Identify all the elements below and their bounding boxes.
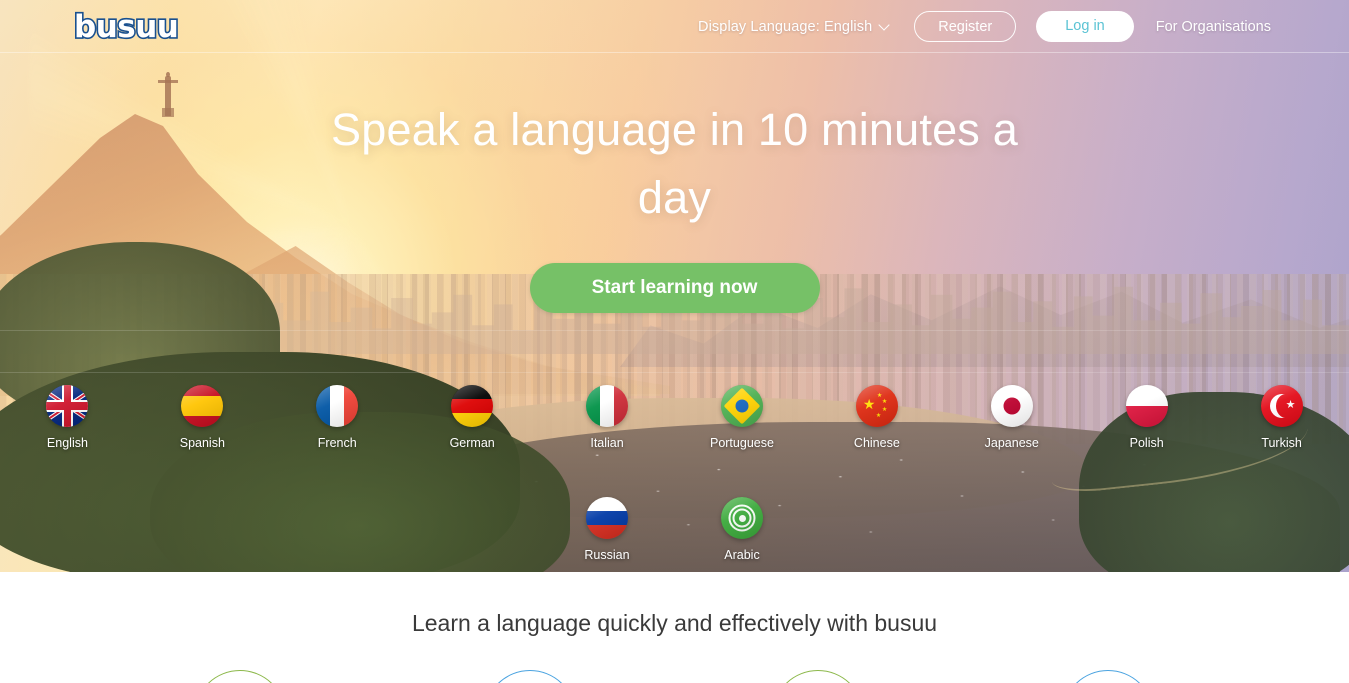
language-label: Japanese: [984, 436, 1039, 450]
language-label: Portuguese: [709, 436, 774, 450]
hero-headline: Speak a language in 10 minutes a day: [331, 104, 1018, 223]
language-option-turkish[interactable]: ★ Turkish: [1214, 385, 1349, 450]
flag-turkish-icon: ★: [1260, 385, 1303, 427]
feature-circle-1[interactable]: [194, 670, 286, 683]
language-option-french[interactable]: French: [270, 385, 405, 450]
language-selector-grid: English Spanish French German Italian Po…: [0, 385, 1349, 562]
language-option-spanish[interactable]: Spanish: [135, 385, 270, 450]
login-button[interactable]: Log in: [1036, 11, 1134, 42]
language-label: German: [449, 436, 495, 450]
flag-japanese-icon: [990, 385, 1033, 427]
language-label: Spanish: [179, 436, 225, 450]
display-language-selector[interactable]: Display Language: English: [698, 19, 890, 35]
feature-circle-2[interactable]: [484, 670, 576, 683]
site-header: busuu Display Language: English Register…: [0, 0, 1349, 53]
flag-english-icon: [46, 385, 89, 427]
language-option-japanese[interactable]: Japanese: [944, 385, 1079, 450]
landing-page: busuu Display Language: English Register…: [0, 0, 1349, 683]
hero-band-line-bottom: [0, 372, 1349, 373]
flag-polish-icon: [1125, 385, 1168, 427]
flag-portuguese-icon: [720, 385, 763, 427]
flag-chinese-icon: ★ ★ ★ ★ ★: [855, 385, 898, 427]
language-label: Russian: [584, 548, 630, 562]
busuu-logo[interactable]: busuu: [72, 7, 180, 46]
display-language-label: Display Language: English: [698, 18, 873, 35]
language-label: French: [317, 436, 357, 450]
language-label: English: [46, 436, 88, 450]
register-button[interactable]: Register: [914, 11, 1017, 42]
star-glyph: ★: [875, 413, 882, 419]
hero-band-line-top: [0, 330, 1349, 331]
language-option-chinese[interactable]: ★ ★ ★ ★ ★ Chinese: [809, 385, 944, 450]
feature-circle-3[interactable]: [772, 670, 864, 683]
language-label: Turkish: [1261, 436, 1302, 450]
features-section: Learn a language quickly and effectively…: [0, 572, 1349, 683]
language-option-german[interactable]: German: [405, 385, 540, 450]
language-option-portuguese[interactable]: Portuguese: [675, 385, 810, 450]
for-organisations-link[interactable]: For Organisations: [1156, 19, 1271, 35]
language-label: Arabic: [724, 548, 760, 562]
language-label: Polish: [1129, 436, 1164, 450]
star-glyph: ★: [881, 407, 888, 413]
language-option-russian[interactable]: Russian: [540, 497, 675, 562]
language-option-arabic[interactable]: Arabic: [675, 497, 810, 562]
star-glyph: ★: [1285, 399, 1296, 411]
feature-icon-row: [0, 670, 1349, 683]
flag-french-icon: [316, 385, 359, 427]
flag-spanish-icon: [181, 385, 224, 427]
header-nav: Display Language: English Register Log i…: [698, 0, 1271, 53]
flag-arabic-icon: [721, 497, 763, 539]
star-glyph: ★: [862, 396, 876, 412]
language-label: Chinese: [853, 436, 900, 450]
feature-circle-4[interactable]: [1062, 670, 1154, 683]
language-option-italian[interactable]: Italian: [540, 385, 675, 450]
language-label: Italian: [590, 436, 624, 450]
flag-german-icon: [451, 385, 494, 427]
flag-russian-icon: [586, 497, 628, 539]
language-option-polish[interactable]: Polish: [1079, 385, 1214, 450]
features-heading: Learn a language quickly and effectively…: [411, 610, 938, 636]
start-learning-now-button[interactable]: Start learning now: [529, 263, 820, 313]
chevron-down-icon: [879, 20, 890, 31]
flag-italian-icon: [586, 385, 629, 427]
language-row-primary: English Spanish French German Italian Po…: [0, 385, 1349, 450]
star-glyph: ★: [881, 399, 888, 405]
language-option-english[interactable]: English: [0, 385, 135, 450]
language-row-secondary: Russian Arabic: [0, 497, 1349, 562]
